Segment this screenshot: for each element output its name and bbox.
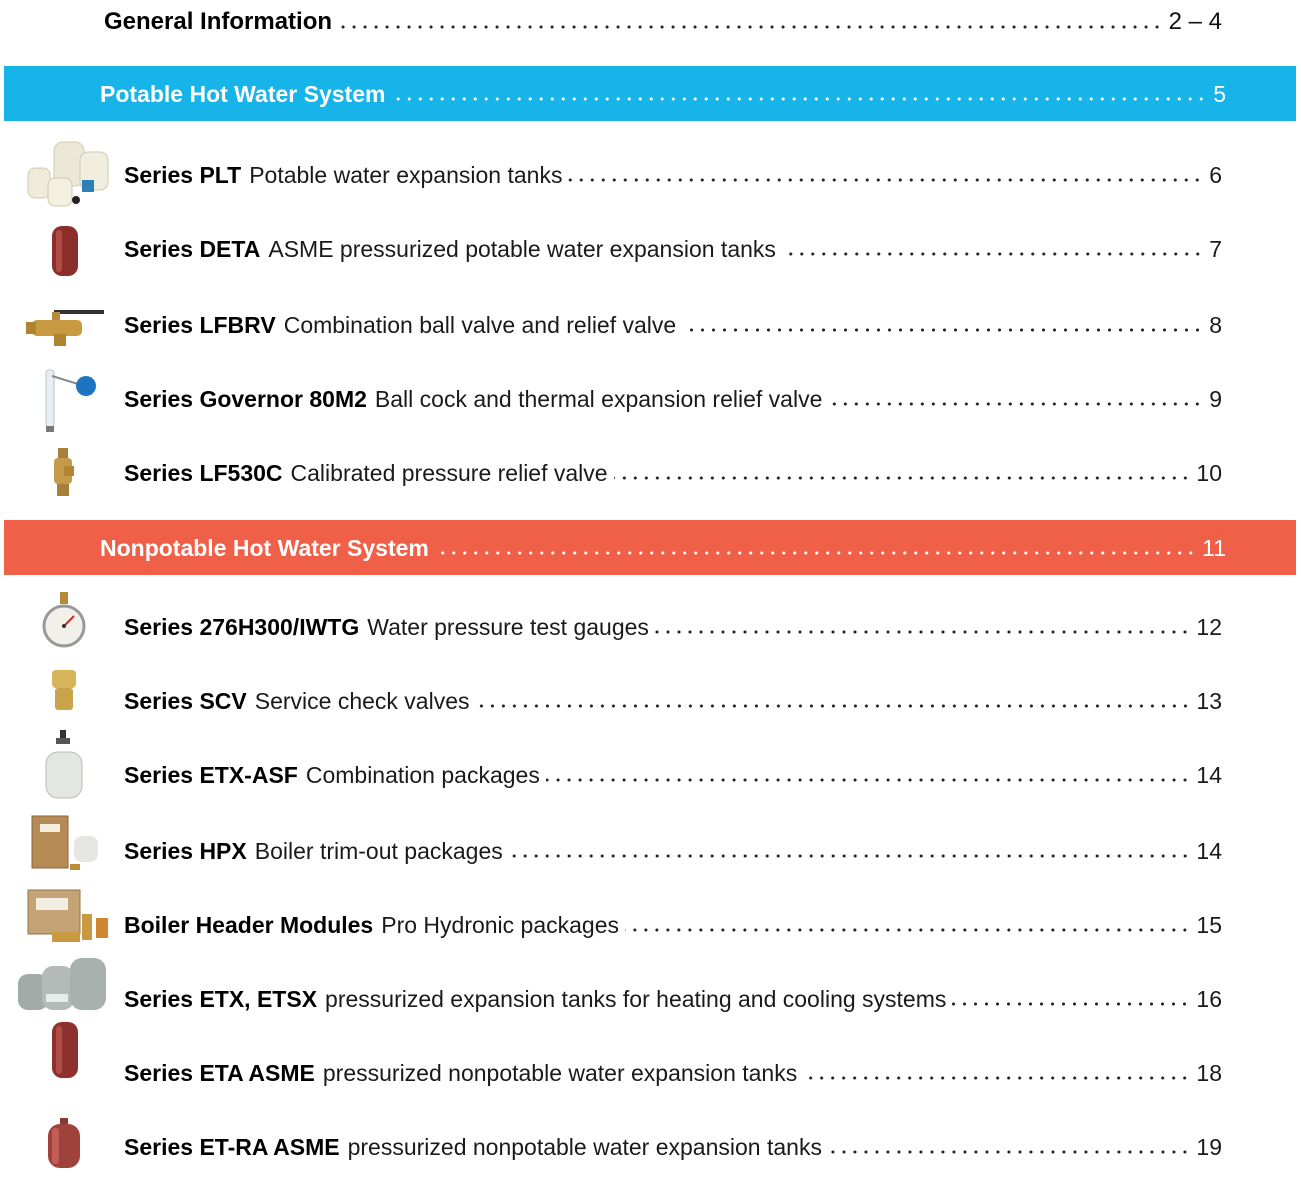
- toc-page-number: 19: [1196, 1134, 1222, 1160]
- dot-leader: [827, 1150, 1191, 1154]
- toc-description: ASME pressurized potable water expansion…: [268, 236, 776, 262]
- toc-series-name: Series LF530C: [124, 460, 283, 486]
- dot-leader: [508, 854, 1191, 858]
- toc-series-name: Series Governor 80M2: [124, 386, 367, 412]
- toc-entry-etx-asf[interactable]: Series ETX-ASF Combination packages 14: [124, 762, 1222, 789]
- toc-entry-boiler-header-modules[interactable]: Boiler Header Modules Pro Hydronic packa…: [124, 912, 1222, 939]
- dot-leader: [952, 1002, 1191, 1006]
- toc-description: Combination ball valve and relief valve: [283, 312, 677, 338]
- toc-entry-etx-etsx[interactable]: Series ETX, ETSX pressurized expansion t…: [124, 986, 1222, 1013]
- check-valve-icon: [52, 670, 76, 710]
- toc-page-number: 9: [1209, 386, 1222, 412]
- dot-leader: [781, 252, 1204, 256]
- toc-page-number: 7: [1209, 236, 1222, 262]
- toc-series-name: Series 276H300/IWTG: [124, 614, 360, 640]
- toc-description: Water pressure test gauges: [367, 614, 649, 640]
- et-ra-tank-icon: [48, 1118, 80, 1168]
- toc-entry-et-ra-asme[interactable]: Series ET-RA ASME pressurized nonpotable…: [124, 1134, 1222, 1161]
- etx-tanks-icon: [18, 958, 106, 1010]
- toc-section-potable[interactable]: Potable Hot Water System 5: [100, 81, 1226, 108]
- toc-entry-276h300-iwtg[interactable]: Series 276H300/IWTG Water pressure test …: [124, 614, 1222, 641]
- toc-page-number: 14: [1196, 838, 1222, 864]
- ball-valve-icon: [26, 310, 104, 346]
- toc-page-number: 8: [1209, 312, 1222, 338]
- toc-page-number: 14: [1196, 762, 1222, 788]
- toc-section-nonpotable[interactable]: Nonpotable Hot Water System 11: [100, 535, 1226, 562]
- toc-description: pressurized nonpotable water expansion t…: [347, 1134, 822, 1160]
- toc-page-number: 12: [1196, 614, 1222, 640]
- dot-leader: [682, 328, 1204, 332]
- toc-page-number: 11: [1202, 535, 1226, 561]
- section-bar-nonpotable: Nonpotable Hot Water System 11: [4, 520, 1296, 575]
- toc-series-name: Series ETX-ASF: [124, 762, 298, 788]
- toc-entry-deta[interactable]: Series DETA ASME pressurized potable wat…: [124, 236, 1222, 263]
- toc-series-name: Series ETX, ETSX: [124, 986, 318, 1012]
- section-bar-potable: Potable Hot Water System 5: [4, 66, 1296, 121]
- pressure-gauge-icon: [42, 592, 86, 648]
- toc-description: pressurized expansion tanks for heating …: [325, 986, 947, 1012]
- toc-page-number: 10: [1196, 460, 1222, 486]
- etx-asf-package-icon: [45, 730, 83, 799]
- toc-series-name: Series ET-RA ASME: [124, 1134, 340, 1160]
- plt-tanks-icon: [27, 141, 109, 207]
- toc-description: Boiler trim-out packages: [254, 838, 503, 864]
- toc-entry-hpx[interactable]: Series HPX Boiler trim-out packages 14: [124, 838, 1222, 865]
- toc-entry-plt[interactable]: Series PLT Potable water expansion tanks…: [124, 162, 1222, 189]
- toc-page-number: 6: [1209, 162, 1222, 188]
- dot-leader: [475, 704, 1191, 708]
- toc-description: Combination packages: [305, 762, 540, 788]
- toc-series-name: Series LFBRV: [124, 312, 276, 338]
- toc-page-number: 5: [1213, 81, 1226, 107]
- toc-description: Service check valves: [254, 688, 470, 714]
- toc-general-information[interactable]: General Information 2 – 4: [104, 8, 1222, 36]
- toc-series-name: Series PLT: [124, 162, 242, 188]
- toc-title: General Information: [104, 8, 333, 35]
- toc-series-name: Series ETA ASME: [124, 1060, 315, 1086]
- dot-leader: [654, 630, 1191, 634]
- toc-page-number: 15: [1196, 912, 1222, 938]
- ball-cock-icon: [45, 369, 96, 432]
- eta-tank-icon: [52, 1022, 78, 1078]
- toc-entry-lfbrv[interactable]: Series LFBRV Combination ball valve and …: [124, 312, 1222, 339]
- dot-leader: [568, 178, 1204, 182]
- dot-leader: [391, 97, 1208, 101]
- section-title: Potable Hot Water System: [100, 81, 386, 107]
- dot-leader: [545, 778, 1191, 782]
- toc-description: Ball cock and thermal expansion relief v…: [374, 386, 823, 412]
- dot-leader: [434, 551, 1197, 555]
- toc-description: Potable water expansion tanks: [249, 162, 563, 188]
- dot-leader: [803, 1076, 1191, 1080]
- toc-series-name: Series DETA: [124, 236, 261, 262]
- section-title: Nonpotable Hot Water System: [100, 535, 429, 561]
- toc-description: Calibrated pressure relief valve: [290, 460, 608, 486]
- toc-page-number: 16: [1196, 986, 1222, 1012]
- dot-leader: [828, 402, 1204, 406]
- toc-page-number: 2 – 4: [1168, 8, 1222, 35]
- dot-leader: [338, 25, 1163, 29]
- relief-valve-icon: [54, 448, 74, 496]
- toc-description: Pro Hydronic packages: [381, 912, 620, 938]
- toc-entry-governor-80m2[interactable]: Series Governor 80M2 Ball cock and therm…: [124, 386, 1222, 413]
- toc-entry-scv[interactable]: Series SCV Service check valves 13: [124, 688, 1222, 715]
- dot-leader: [625, 928, 1191, 932]
- toc-entry-eta-asme[interactable]: Series ETA ASME pressurized nonpotable w…: [124, 1060, 1222, 1087]
- toc-series-name: Series SCV: [124, 688, 247, 714]
- toc-page-number: 18: [1196, 1060, 1222, 1086]
- dot-leader: [613, 476, 1191, 480]
- toc-entry-lf530c[interactable]: Series LF530C Calibrated pressure relief…: [124, 460, 1222, 487]
- toc-series-name: Boiler Header Modules: [124, 912, 374, 938]
- deta-tank-icon: [52, 226, 78, 276]
- toc-page-number: 13: [1196, 688, 1222, 714]
- toc-description: pressurized nonpotable water expansion t…: [322, 1060, 798, 1086]
- header-module-icon: [27, 889, 108, 942]
- toc-series-name: Series HPX: [124, 838, 247, 864]
- hpx-package-icon: [31, 815, 98, 870]
